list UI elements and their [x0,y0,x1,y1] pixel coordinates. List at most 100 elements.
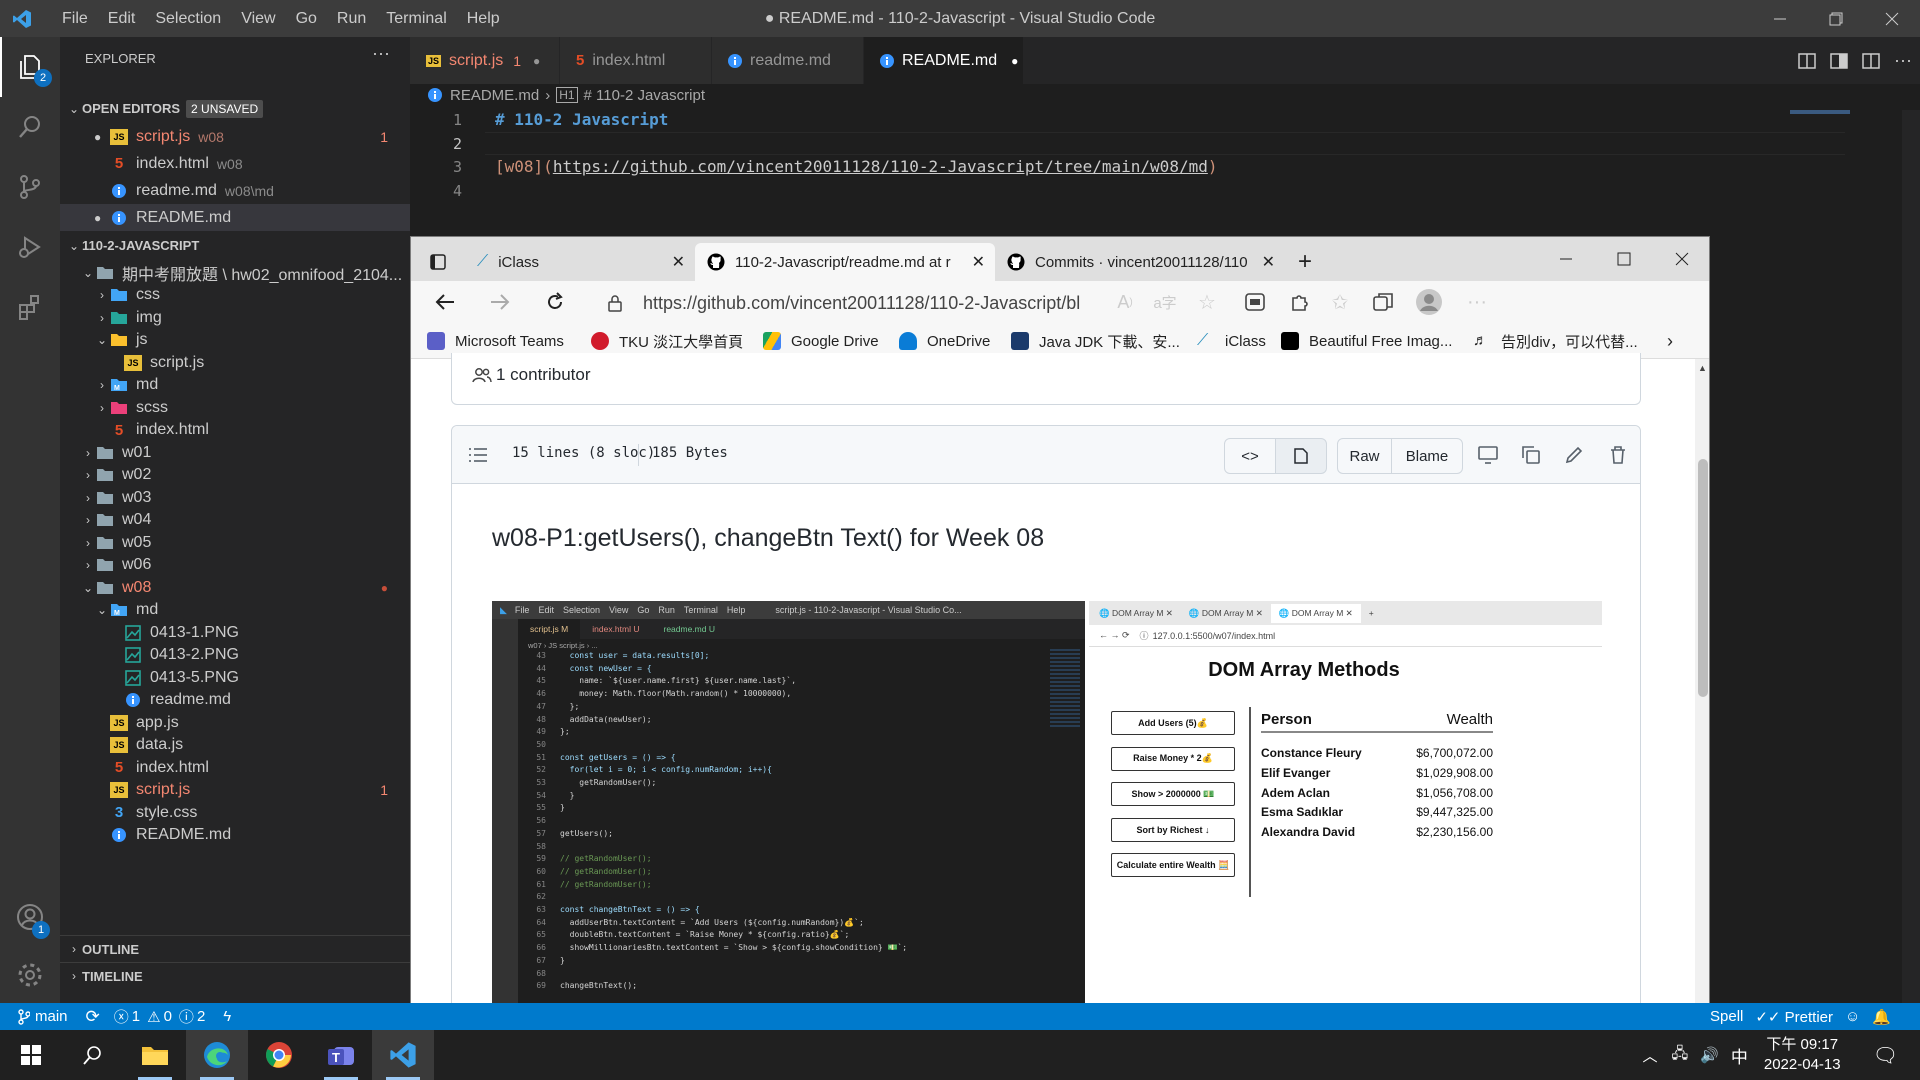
notifications-bell-icon[interactable]: 🔔 [1872,1008,1891,1026]
accounts-icon[interactable]: 1 [0,887,60,947]
raw-button[interactable]: Raw [1337,438,1392,474]
browser-minimize-button[interactable] [1537,237,1595,281]
minimap[interactable] [1790,110,1850,114]
prettier-status[interactable]: ✓✓ Prettier [1755,1008,1833,1026]
preview-side-icon[interactable] [1830,52,1848,69]
menu-help[interactable]: Help [457,10,510,28]
network-icon[interactable]: 🖧 [1671,1043,1688,1068]
fav-label: Microsoft Teams [455,332,564,350]
menu-run[interactable]: Run [327,10,376,28]
breadcrumb-file[interactable]: README.md [450,87,539,104]
tab-README-md[interactable]: README.md ● [864,37,1024,84]
delete-trash-icon[interactable] [1604,441,1632,469]
search-icon[interactable] [0,97,60,157]
read-aloud-icon[interactable]: A) [1111,288,1139,316]
clock[interactable]: 下午 09:17 2022-04-13 [1764,1035,1841,1075]
browser-close-button[interactable] [1653,237,1709,281]
outline-header[interactable]: › OUTLINE [60,935,410,962]
close-tab-icon[interactable]: ✕ [672,252,685,272]
notification-center-icon[interactable]: 🗨 [1873,1043,1898,1068]
show-hidden-icons-chevron-icon[interactable]: ︿ [1642,1045,1657,1066]
favorites-icon[interactable]: ✩ [1326,288,1354,316]
close-window-button[interactable] [1864,0,1920,37]
taskbar-search-icon[interactable] [62,1030,124,1080]
refresh-button[interactable] [541,288,569,316]
sync-icon[interactable]: ⟳ [86,1007,100,1027]
tree-file[interactable]: README.md [60,822,410,849]
menu-go[interactable]: Go [286,10,327,28]
spell-status[interactable]: Spell [1710,1008,1743,1025]
fav-more-chevron-icon[interactable]: › [1667,323,1673,359]
windows-start-icon[interactable] [0,1030,62,1080]
settings-more-icon[interactable]: ··· [1463,288,1491,316]
problems-indicator[interactable]: ⓧ 1 ⚠ 0 ⓘ 2 [114,1006,206,1027]
browser-tab-github-readme[interactable]: 110-2-Javascript/readme.md at r ✕ [695,243,995,281]
minimize-button[interactable] [1752,0,1808,37]
page-scrollbar[interactable]: ▲ [1695,359,1709,1029]
feedback-icon[interactable]: ☺ [1845,1008,1860,1025]
browser-tab-commits[interactable]: Commits · vincent20011128/110 ✕ [995,243,1285,281]
forward-button[interactable] [486,288,514,316]
breadcrumb-heading[interactable]: # 110-2 Javascript [584,87,705,104]
close-tab-icon[interactable]: ✕ [971,252,985,272]
chrome-icon[interactable] [248,1030,310,1080]
restore-button[interactable] [1808,0,1864,37]
editor-scrollbar[interactable] [1902,110,1920,1010]
menu-file[interactable]: File [52,10,98,28]
extension-icon[interactable] [1241,288,1269,316]
explorer-icon[interactable]: 2 [0,37,60,97]
open-editor-README-md[interactable]: ● README.md [60,204,410,231]
extensions-icon[interactable] [0,277,60,337]
new-tab-button[interactable]: + [1285,243,1325,281]
open-editor-readme-md[interactable]: readme.md w08\md [60,177,410,204]
page-scroll-thumb[interactable] [1698,459,1708,697]
menu-terminal[interactable]: Terminal [376,10,456,28]
vscode-taskbar-icon[interactable] [372,1030,434,1080]
more-actions-icon[interactable]: ··· [1894,50,1912,71]
branch-indicator[interactable]: main [0,1008,76,1025]
open-preview-icon[interactable] [1798,52,1816,69]
browser-tab-iclass[interactable]: ⟋ iClass ✕ [465,243,695,281]
copy-icon[interactable] [1517,441,1545,469]
lightning-icon[interactable]: ϟ [223,1008,231,1025]
code-view-button[interactable]: <> [1224,438,1276,474]
split-editor-icon[interactable] [1862,52,1880,69]
tab-actions-icon[interactable] [411,243,465,281]
url-field[interactable]: https://github.com/vincent20011128/110-2… [591,286,1081,320]
desktop-icon[interactable] [1474,441,1502,469]
md-link-url[interactable]: https://github.com/vincent20011128/110-2… [553,157,1208,176]
translate-icon[interactable]: a字 [1151,288,1179,316]
open-editor-index-html[interactable]: 5 index.html w08 [60,150,410,177]
menu-view[interactable]: View [231,10,285,28]
back-button[interactable] [431,288,459,316]
open-editors-header[interactable]: ⌄ OPEN EDITORS 2 UNSAVED [60,95,410,122]
blame-button[interactable]: Blame [1391,438,1463,474]
file-explorer-icon[interactable] [124,1030,186,1080]
open-editor-script-js[interactable]: ● JS script.js w08 1 [60,123,410,150]
close-tab-icon[interactable]: ✕ [1261,252,1275,272]
tab-script-js[interactable]: JS script.js 1 ● [410,37,560,84]
ime-indicator[interactable]: 中 [1731,1043,1748,1068]
outline-list-icon[interactable] [464,441,492,469]
manage-gear-icon[interactable] [0,945,60,1005]
tab-readme-md[interactable]: readme.md [712,37,864,84]
profile-avatar[interactable] [1415,288,1443,316]
contributors-link[interactable]: 1 contributor [472,365,591,385]
edge-browser-icon[interactable] [186,1030,248,1080]
menu-selection[interactable]: Selection [145,10,231,28]
teams-icon[interactable]: T [310,1030,372,1080]
volume-icon[interactable]: 🔊 [1700,1046,1719,1064]
collections-icon[interactable] [1369,288,1397,316]
extensions-puzzle-icon[interactable] [1285,288,1313,316]
run-debug-icon[interactable] [0,217,60,277]
source-control-icon[interactable] [0,157,60,217]
browser-maximize-button[interactable] [1595,237,1653,281]
edit-pencil-icon[interactable] [1560,441,1588,469]
menu-edit[interactable]: Edit [98,10,146,28]
preview-button[interactable] [1275,438,1327,474]
add-favorite-icon[interactable]: ☆ [1193,288,1221,316]
project-root-header[interactable]: ⌄ 110-2-JAVASCRIPT [60,232,410,259]
tab-index-html[interactable]: 5 index.html [560,37,712,84]
more-actions-icon[interactable]: ··· [372,43,390,64]
timeline-header[interactable]: › TIMELINE [60,962,410,989]
